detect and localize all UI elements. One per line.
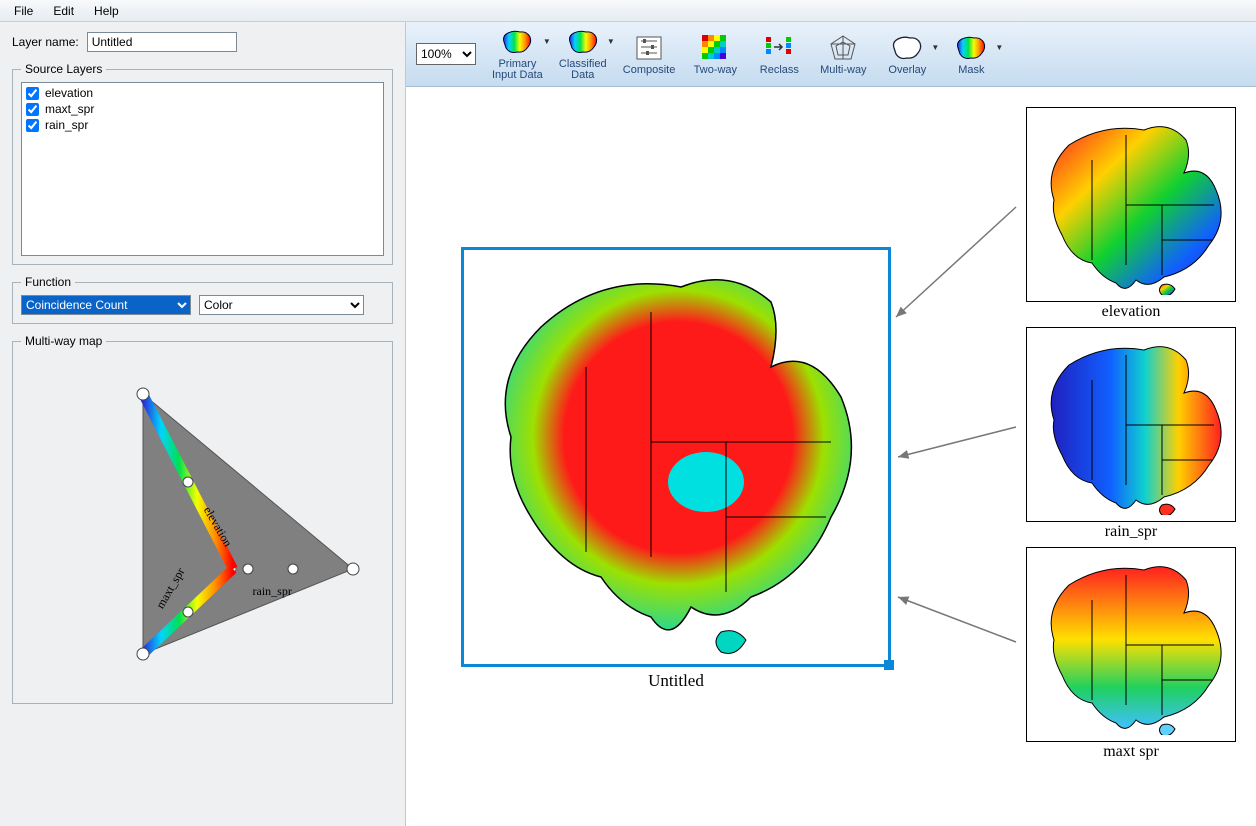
menubar: File Edit Help [0,0,1256,22]
thumb-caption: maxt spr [1026,743,1236,761]
source-layers-fieldset: Source Layers elevation maxt_spr rain_sp… [12,62,393,265]
list-item[interactable]: rain_spr [24,117,381,133]
layer-name-input[interactable] [87,32,237,52]
two-way-button[interactable]: Two-way [691,33,739,76]
thumb-elevation[interactable] [1026,107,1236,302]
layer-label: rain_spr [45,118,88,132]
source-layers-legend: Source Layers [21,62,106,76]
menu-help[interactable]: Help [84,2,129,20]
style-select[interactable]: Color [199,295,364,315]
toolbar-label: Mask [958,65,984,76]
mask-button[interactable]: ▼ Mask [947,33,995,76]
left-panel: Layer name: Source Layers elevation maxt… [0,22,406,826]
australia-outline-icon [889,33,925,63]
classified-data-button[interactable]: ▼ ClassifiedData [559,27,607,81]
toolbar-label: Overlay [888,65,926,76]
resize-handle[interactable] [884,660,894,670]
primary-input-data-button[interactable]: ▼ PrimaryInput Data [492,27,543,81]
multiway-fieldset: Multi-way map [12,334,393,704]
layer-label: maxt_spr [45,102,94,116]
thumb-caption: elevation [1026,303,1236,321]
thumb-caption: rain_spr [1026,523,1236,541]
multiway-triangle[interactable]: elevation rain_spr maxt_spr [23,354,383,694]
zoom-select[interactable]: 100% [416,43,476,65]
main-map[interactable] [461,247,891,667]
list-item[interactable]: elevation [24,85,381,101]
toolbar-label: Reclass [760,65,799,76]
composite-button[interactable]: Composite [623,33,676,76]
toolbar-label: Composite [623,65,676,76]
function-legend: Function [21,275,75,289]
chevron-down-icon: ▼ [607,37,615,46]
main-map-caption: Untitled [461,671,891,691]
toolbar-label: PrimaryInput Data [492,59,543,81]
australia-classified-icon [565,27,601,57]
toolbar-label: Multi-way [820,65,866,76]
menu-edit[interactable]: Edit [43,2,84,20]
right-panel: 100% ▼ PrimaryInput Data ▼ Classif [406,22,1256,826]
toolbar: 100% ▼ PrimaryInput Data ▼ Classif [406,22,1256,87]
layer-checkbox[interactable] [26,87,39,100]
canvas[interactable]: Untitled elevation [406,87,1256,826]
toolbar-label: ClassifiedData [559,59,607,81]
chevron-down-icon: ▼ [995,43,1003,52]
multiway-legend: Multi-way map [21,334,106,348]
overlay-button[interactable]: ▼ Overlay [883,33,931,76]
function-select[interactable]: Coincidence Count [21,295,191,315]
function-fieldset: Function Coincidence Count Color [12,275,393,324]
sliders-icon [631,33,667,63]
layer-name-label: Layer name: [12,35,79,49]
layer-checkbox[interactable] [26,119,39,132]
thumb-maxt[interactable] [1026,547,1236,742]
layer-checkbox[interactable] [26,103,39,116]
list-item[interactable]: maxt_spr [24,101,381,117]
reclass-button[interactable]: Reclass [755,33,803,76]
layer-label: elevation [45,86,93,100]
thumb-rain[interactable] [1026,327,1236,522]
multi-way-button[interactable]: Multi-way [819,33,867,76]
source-layers-list[interactable]: elevation maxt_spr rain_spr [21,82,384,256]
chevron-down-icon: ▼ [931,43,939,52]
chevron-down-icon: ▼ [543,37,551,46]
australia-mask-icon [953,33,989,63]
toolbar-label: Two-way [694,65,737,76]
color-matrix-icon [697,33,733,63]
australia-rainbow-icon [499,27,535,57]
reclass-icon [761,33,797,63]
radar-icon [825,33,861,63]
menu-file[interactable]: File [4,2,43,20]
triangle-label-rain: rain_spr [253,584,292,599]
